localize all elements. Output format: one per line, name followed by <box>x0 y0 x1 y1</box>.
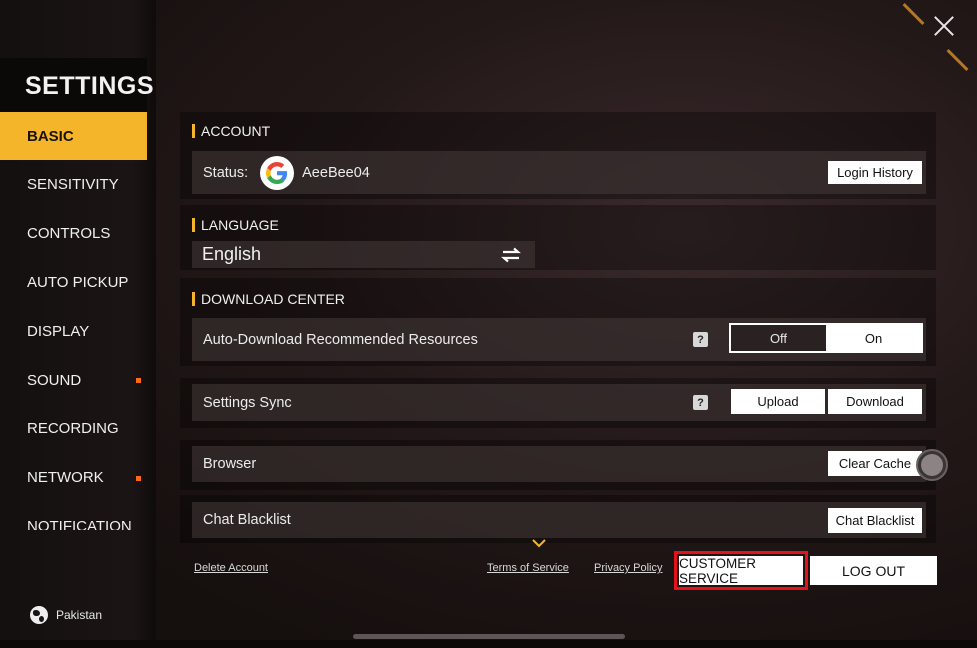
privacy-policy-link[interactable]: Privacy Policy <box>594 562 662 574</box>
sidebar-item-label: RECORDING <box>27 420 119 438</box>
toggle-off-option[interactable]: Off <box>731 325 826 351</box>
customer-service-button[interactable]: CUSTOMER SERVICE <box>679 556 803 586</box>
chat-blacklist-button[interactable]: Chat Blacklist <box>828 508 922 533</box>
close-icon[interactable] <box>928 10 960 42</box>
sidebar-item-network[interactable]: NETWORK <box>0 454 147 502</box>
sidebar-item-label: CONTROLS <box>27 225 111 243</box>
decorative-stripe <box>946 49 969 71</box>
terms-of-service-link[interactable]: Terms of Service <box>487 562 569 574</box>
swap-icon[interactable] <box>501 247 521 263</box>
section-accent-bar <box>192 292 195 306</box>
region-label: Pakistan <box>56 608 103 622</box>
sidebar-item-sensitivity[interactable]: SENSITIVITY <box>0 161 147 209</box>
sidebar-item-sound[interactable]: SOUND <box>0 356 147 404</box>
download-center-heading: DOWNLOAD CENTER <box>192 291 345 307</box>
download-button[interactable]: Download <box>828 389 922 414</box>
toggle-on-option[interactable]: On <box>826 325 921 351</box>
download-center-heading-label: DOWNLOAD CENTER <box>201 291 345 307</box>
sidebar: SETTINGS BASIC SENSITIVITY CONTROLS AUTO PI… <box>0 0 156 648</box>
customer-service-highlight: CUSTOMER SERVICE <box>674 551 808 590</box>
section-accent-bar <box>192 124 195 138</box>
account-heading-label: ACCOUNT <box>201 123 271 139</box>
sidebar-title: SETTINGS <box>0 58 154 112</box>
sidebar-item-label: DISPLAY <box>27 322 90 340</box>
settings-sync-label: Settings Sync <box>203 394 292 411</box>
sidebar-item-notification[interactable]: NOTIFICATION <box>0 502 147 530</box>
delete-account-link[interactable]: Delete Account <box>194 562 268 574</box>
sidebar-item-label: SENSITIVITY <box>27 176 119 194</box>
clear-cache-button[interactable]: Clear Cache <box>828 451 922 476</box>
auto-download-label: Auto-Download Recommended Resources <box>203 331 478 348</box>
language-heading: LANGUAGE <box>192 217 279 233</box>
account-status-row: Status: AeeBee04 <box>192 151 926 194</box>
language-value: English <box>202 244 262 264</box>
sidebar-item-display[interactable]: DISPLAY <box>0 307 147 355</box>
upload-button[interactable]: Upload <box>731 389 825 414</box>
sidebar-item-label: AUTO PICKUP <box>27 273 129 291</box>
sidebar-item-basic[interactable]: BASIC <box>0 112 147 160</box>
scroll-handle[interactable] <box>916 449 948 481</box>
chat-blacklist-row: Chat Blacklist <box>192 502 926 538</box>
sidebar-item-label: NOTIFICATION <box>27 517 132 530</box>
sidebar-nav: BASIC SENSITIVITY CONTROLS AUTO PICKUP DISPL… <box>0 112 147 530</box>
logout-button[interactable]: LOG OUT <box>810 556 937 585</box>
chat-blacklist-label: Chat Blacklist <box>203 512 291 528</box>
sidebar-item-label: BASIC <box>27 127 74 145</box>
sidebar-item-label: SOUND <box>27 371 82 389</box>
help-icon[interactable]: ? <box>693 332 708 347</box>
section-accent-bar <box>192 218 195 232</box>
globe-icon <box>30 606 48 624</box>
browser-row: Browser <box>192 446 926 482</box>
sidebar-item-recording[interactable]: RECORDING <box>0 405 147 453</box>
google-icon <box>260 155 295 190</box>
sidebar-item-auto-pickup[interactable]: AUTO PICKUP <box>0 258 147 306</box>
status-label: Status: <box>203 164 249 181</box>
main-content: ACCOUNT Status: AeeBee04 Login History L… <box>180 112 965 543</box>
language-heading-label: LANGUAGE <box>201 217 279 233</box>
account-heading: ACCOUNT <box>192 123 270 139</box>
help-icon[interactable]: ? <box>693 395 708 410</box>
notification-dot <box>136 475 141 481</box>
browser-label: Browser <box>203 456 257 472</box>
auto-download-toggle[interactable]: Off On <box>729 323 923 353</box>
login-history-button[interactable]: Login History <box>828 161 922 184</box>
settings-window: SETTINGS BASIC SENSITIVITY CONTROLS AUTO PI… <box>0 0 977 648</box>
home-indicator <box>353 634 625 639</box>
notification-dot <box>136 378 141 383</box>
username: AeeBee04 <box>302 164 370 181</box>
region-selector[interactable]: Pakistan <box>30 606 102 624</box>
language-selector[interactable]: English <box>192 241 535 268</box>
sidebar-item-label: NETWORK <box>27 469 104 487</box>
sidebar-item-controls[interactable]: CONTROLS <box>0 210 147 258</box>
chevron-down-icon[interactable] <box>532 539 546 548</box>
decorative-stripe <box>902 3 925 25</box>
